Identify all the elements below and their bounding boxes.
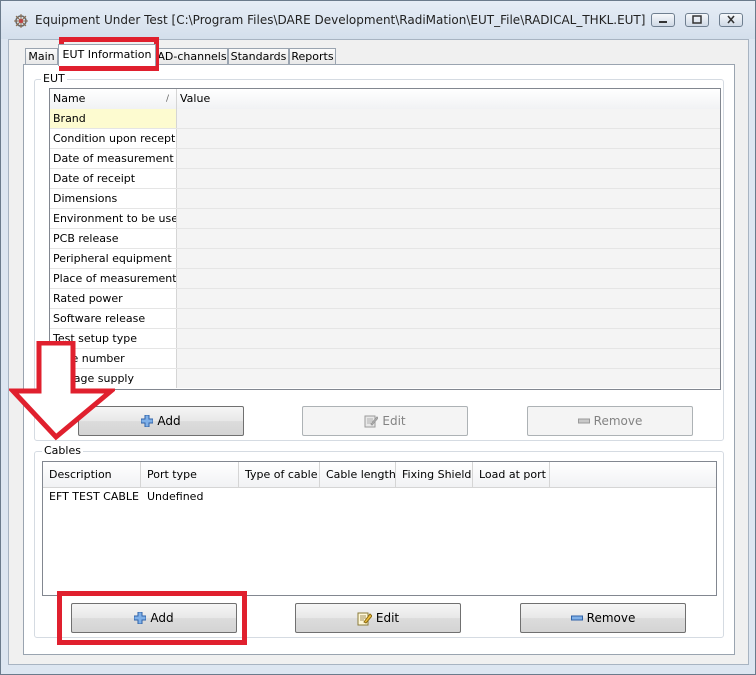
cable-fixing-shield [396,487,473,507]
cable-length [320,487,396,507]
grid-row-environment-to-be-used[interactable]: Environment to be used [50,209,720,229]
restore-icon [692,15,702,24]
tab-ad-channels[interactable]: AD-channels [156,48,228,65]
cable-description: EFT TEST CABLE [49,490,139,503]
column-type-of-cable[interactable]: Type of cable [239,462,320,487]
eut-edit-button[interactable]: Edit [302,406,468,436]
cable-load-at-port [473,487,550,507]
cable-row[interactable]: EFT TEST CABLE Undefined [43,487,716,507]
column-description[interactable]: Description [43,462,141,487]
grid-row-rated-power[interactable]: Rated power [50,289,720,309]
grid-row-software-release[interactable]: Software release [50,309,720,329]
title-bar[interactable]: Equipment Under Test [C:\Program Files\D… [1,1,755,39]
equipment-under-test-window: Equipment Under Test [C:\Program Files\D… [0,0,756,675]
cables-list[interactable]: Description Port type Type of cable Cabl… [42,461,717,596]
cables-list-header: Description Port type Type of cable Cabl… [43,462,716,488]
cable-type-of-cable [239,487,320,507]
grid-row-condition-upon-reception[interactable]: Condition upon reception [50,129,720,149]
column-cable-length[interactable]: Cable length [320,462,396,487]
cables-add-button[interactable]: Add [71,603,237,633]
grid-header-value[interactable]: Value [177,89,720,109]
edit-icon [357,612,372,625]
grid-row-voltage-supply[interactable]: Voltage supply [50,369,720,389]
column-fixing-shield[interactable]: Fixing Shield [396,462,473,487]
grid-header-name[interactable]: Name / [50,89,177,109]
eut-add-button[interactable]: Add [78,406,244,436]
sort-icon: / [165,94,169,104]
minus-icon [577,418,590,424]
minimize-button[interactable] [651,13,675,27]
grid-row-date-of-receipt[interactable]: Date of receipt [50,169,720,189]
grid-header: Name / Value [50,89,720,110]
cables-group-title: Cables [42,444,83,457]
tab-reports[interactable]: Reports [289,48,336,65]
column-port-type[interactable]: Port type [141,462,239,487]
edit-icon [364,415,379,428]
grid-row-dimensions[interactable]: Dimensions [50,189,720,209]
close-icon [727,15,735,24]
restore-button[interactable] [685,13,709,27]
eut-group-title: EUT [41,72,67,85]
eut-remove-button[interactable]: Remove [527,406,693,436]
grid-row-type-number[interactable]: Type number [50,349,720,369]
minus-icon [570,615,583,621]
grid-row-test-setup-type[interactable]: Test setup type [50,329,720,349]
grid-row-date-of-measurement[interactable]: Date of measurement [50,149,720,169]
column-load-at-port[interactable]: Load at port [473,462,550,487]
plus-icon [134,612,147,624]
grid-row-pcb-release[interactable]: PCB release [50,229,720,249]
cable-port-type: Undefined [147,490,204,503]
close-button[interactable] [719,13,743,27]
tab-eut-information[interactable]: EUT Information [58,44,156,66]
app-icon [14,14,28,28]
plus-icon [141,415,154,427]
minimize-icon [659,21,667,23]
window-title: Equipment Under Test [C:\Program Files\D… [35,13,646,27]
grid-row-brand[interactable]: Brand [50,109,720,129]
cables-edit-button[interactable]: Edit [295,603,461,633]
tab-main[interactable]: Main [25,48,58,65]
tab-standards[interactable]: Standards [228,48,289,65]
grid-row-place-of-measurement[interactable]: Place of measurement [50,269,720,289]
cables-remove-button[interactable]: Remove [520,603,686,633]
grid-row-peripheral-equipment[interactable]: Peripheral equipment [50,249,720,269]
eut-property-grid[interactable]: Name / Value Brand Condition upon recept… [49,88,721,390]
